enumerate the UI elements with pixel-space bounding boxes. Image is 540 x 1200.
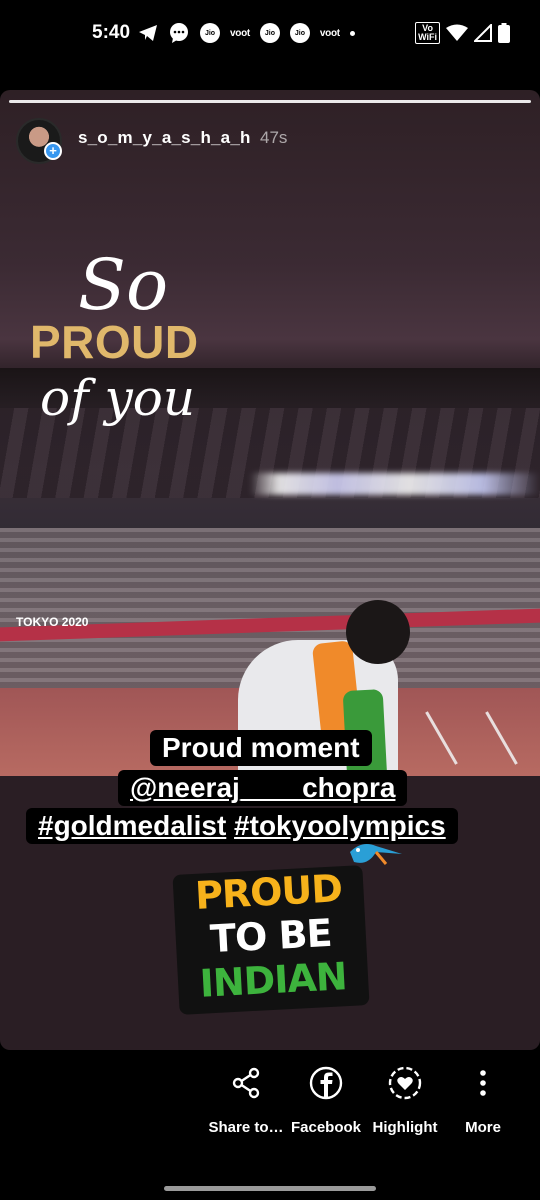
hashtag-goldmedalist[interactable]: #goldmedalist [38,810,226,841]
more-dot-icon [349,30,355,36]
message-icon [170,23,188,43]
headline-proud: PROUD [30,316,199,368]
jio-icon: Jio [259,23,280,43]
vowifi-icon: Vo WiFi [415,22,440,44]
story-username[interactable]: s_o_m_y_a_s_h_a_h [78,128,251,148]
notification-icons: Jio voot Jio Jio voot [138,22,355,44]
status-time: 5:40 [92,22,131,43]
caption-mention[interactable]: @neeraj____chopra [118,770,408,806]
hashtag-tokyoolympics[interactable]: #tokyoolympics [234,810,446,841]
add-story-icon[interactable]: + [44,142,62,160]
story-progress-bar [9,100,531,103]
stadium-photo: TOKYO 2020 [0,368,540,776]
mention-link[interactable]: @neeraj____chopra [130,772,395,803]
telegram-icon [139,25,157,41]
stadium-banner-text: TOKYO 2020 [16,615,89,629]
story-actions-bar: Share to… Facebook Highlight More [0,1055,540,1155]
signal-icon [474,24,492,42]
battery-icon [498,23,510,43]
caption-line-1: Proud moment [150,730,372,766]
story-card[interactable]: + s_o_m_y_a_s_h_a_h 47s TOKYO 2020 So PR… [0,90,540,1050]
headline-so: So [78,244,169,326]
status-bar: 5:40 Jio voot Jio Jio voot Vo WiFi [0,0,540,70]
system-icons: Vo WiFi [415,22,510,44]
jio-icon: Jio [200,23,220,43]
voot-icon: voot [230,27,250,39]
more-vertical-icon [480,1070,486,1096]
jio-icon: Jio [289,23,310,43]
home-indicator[interactable] [164,1186,376,1191]
voot-icon: voot [319,27,340,39]
headline-of-you: of you [40,369,196,427]
stadium-lights [250,473,540,495]
share-icon [232,1067,260,1099]
more-button[interactable]: More [433,1055,533,1136]
highlight-heart-icon [388,1066,422,1100]
more-label: More [465,1119,501,1136]
story-timestamp: 47s [260,128,288,147]
proud-to-be-indian-sticker: PROUD TO BE INDIAN [172,865,370,1015]
wifi-icon [446,24,468,41]
facebook-icon [309,1066,343,1100]
